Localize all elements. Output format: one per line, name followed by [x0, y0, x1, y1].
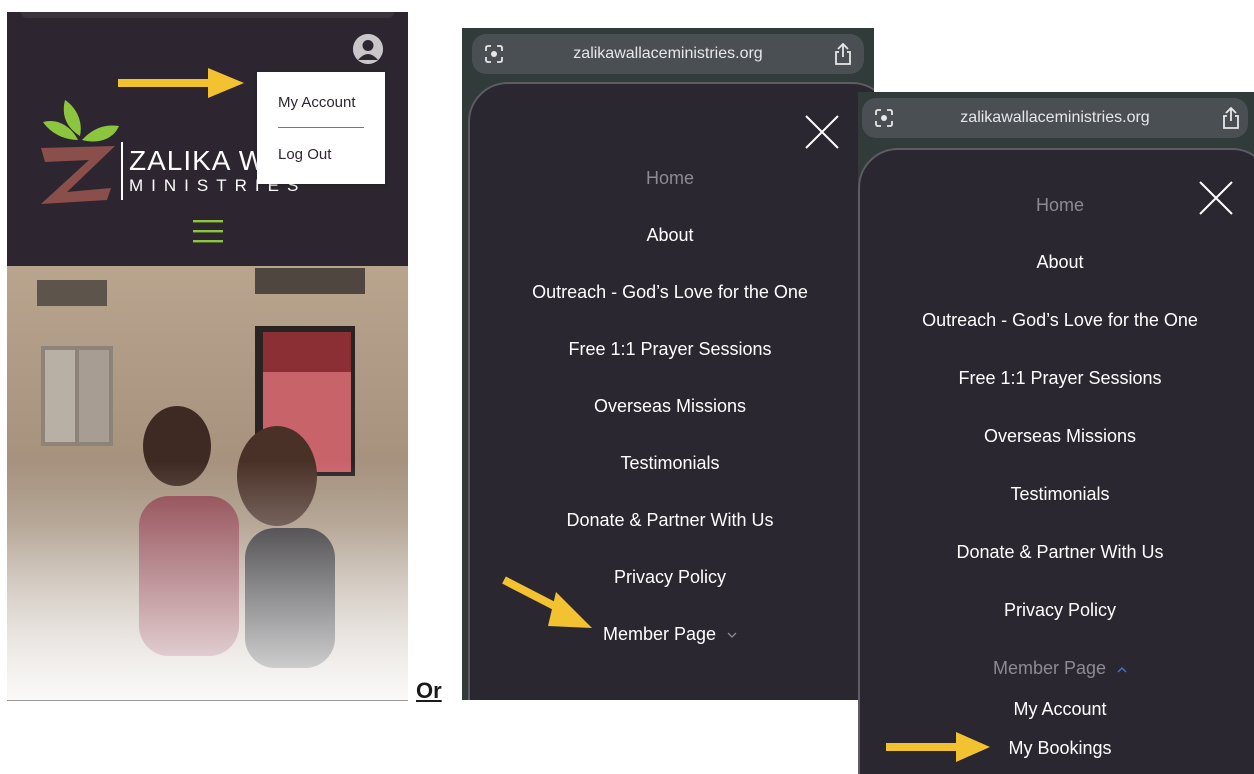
chevron-down-icon: [727, 632, 737, 638]
menu-item-home[interactable]: Home: [470, 168, 870, 189]
dropdown-divider: [278, 127, 364, 128]
menu-item-outreach[interactable]: Outreach - God’s Love for the One: [470, 282, 870, 303]
close-icon[interactable]: [804, 114, 840, 150]
menu-item-testimonials[interactable]: Testimonials: [470, 453, 870, 474]
menu-item-member-page[interactable]: Member Page: [860, 658, 1254, 679]
menu-item-donate[interactable]: Donate & Partner With Us: [860, 542, 1254, 563]
member-page-label: Member Page: [992, 658, 1107, 678]
menu-item-testimonials[interactable]: Testimonials: [860, 484, 1254, 505]
site-screenshot-panel: ZALIKA W MINISTRIES My Account Log Out: [7, 12, 408, 700]
menu-item-privacy-policy[interactable]: Privacy Policy: [860, 600, 1254, 621]
url-text: zalikawallaceministries.org: [960, 109, 1150, 126]
pointer-arrow-icon: [886, 732, 990, 762]
nav-menu-sheet: Home About Outreach - God’s Love for the…: [858, 148, 1254, 774]
menu-item-about[interactable]: About: [470, 225, 870, 246]
menu-item-outreach[interactable]: Outreach - God’s Love for the One: [860, 310, 1254, 331]
menu-item-overseas-missions[interactable]: Overseas Missions: [860, 426, 1254, 447]
account-dropdown: My Account Log Out: [257, 72, 385, 184]
account-avatar-icon[interactable]: [353, 34, 383, 64]
hero-photo: [7, 266, 408, 700]
panel-underline: [7, 700, 408, 701]
or-label: Or: [416, 678, 442, 703]
share-icon[interactable]: [834, 43, 852, 65]
ministry-logo-icon: [41, 100, 119, 204]
pointer-arrow-icon: [502, 576, 592, 628]
hamburger-menu-icon[interactable]: [191, 218, 225, 246]
url-text: zalikawallaceministries.org: [573, 45, 763, 62]
member-page-label: Member Page: [602, 624, 717, 644]
address-bar[interactable]: zalikawallaceministries.org: [472, 34, 864, 74]
menu-item-about[interactable]: About: [860, 252, 1254, 273]
menu-item-prayer-sessions[interactable]: Free 1:1 Prayer Sessions: [470, 339, 870, 360]
chevron-up-icon: [1117, 666, 1127, 673]
menu-item-prayer-sessions[interactable]: Free 1:1 Prayer Sessions: [860, 368, 1254, 389]
menu-item-overseas-missions[interactable]: Overseas Missions: [470, 396, 870, 417]
my-account-link[interactable]: My Account: [278, 94, 356, 111]
pointer-arrow-icon: [118, 68, 244, 98]
browser-bar-edge: [21, 12, 394, 18]
share-icon[interactable]: [1222, 107, 1240, 129]
logo-text-line1: ZALIKA W: [129, 145, 267, 176]
submenu-item-my-account[interactable]: My Account: [860, 699, 1254, 720]
address-bar[interactable]: zalikawallaceministries.org: [862, 98, 1248, 138]
logo-divider: [121, 142, 123, 200]
mobile-menu-expanded-panel: zalikawallaceministries.org Home About O…: [858, 92, 1254, 774]
menu-item-home[interactable]: Home: [860, 195, 1254, 216]
menu-item-donate[interactable]: Donate & Partner With Us: [470, 510, 870, 531]
log-out-link[interactable]: Log Out: [278, 146, 331, 163]
